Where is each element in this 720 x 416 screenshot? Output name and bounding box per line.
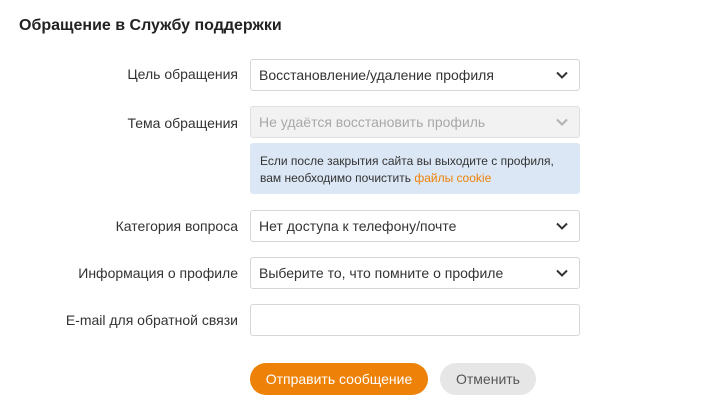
profile-info-select[interactable]: Выберите то, что помните о профиле	[250, 257, 580, 289]
email-label: E-mail для обратной связи	[65, 312, 238, 328]
cookie-files-link[interactable]: файлы cookie	[414, 171, 491, 185]
chevron-down-icon	[555, 68, 569, 82]
topic-select-value: Не удаётся восстановить профиль	[259, 114, 486, 130]
info-line-1: Если после закрытия сайта вы выходите с …	[260, 154, 554, 168]
page-title: Обращение в Службу поддержки	[19, 17, 282, 34]
submit-button[interactable]: Отправить сообщение	[250, 363, 428, 395]
category-label: Категория вопроса	[115, 218, 238, 234]
purpose-label: Цель обращения	[127, 66, 238, 82]
chevron-down-icon	[555, 219, 569, 233]
topic-select: Не удаётся восстановить профиль	[250, 106, 580, 138]
info-line-2-text: вам необходимо почистить	[260, 171, 415, 185]
purpose-select[interactable]: Восстановление/удаление профиля	[250, 59, 580, 91]
category-select-value: Нет доступа к телефону/почте	[259, 218, 457, 234]
topic-label: Тема обращения	[127, 115, 238, 131]
chevron-down-icon	[555, 266, 569, 280]
email-field[interactable]	[250, 304, 580, 336]
chevron-down-icon	[555, 115, 569, 129]
cancel-button[interactable]: Отменить	[440, 363, 536, 395]
profile-info-select-value: Выберите то, что помните о профиле	[259, 265, 504, 281]
info-line-2: вам необходимо почистить файлы cookie	[260, 170, 570, 187]
profile-info-label: Информация о профиле	[78, 265, 238, 281]
category-select[interactable]: Нет доступа к телефону/почте	[250, 210, 580, 242]
cookie-info-box: Если после закрытия сайта вы выходите с …	[250, 143, 580, 194]
purpose-select-value: Восстановление/удаление профиля	[259, 67, 494, 83]
